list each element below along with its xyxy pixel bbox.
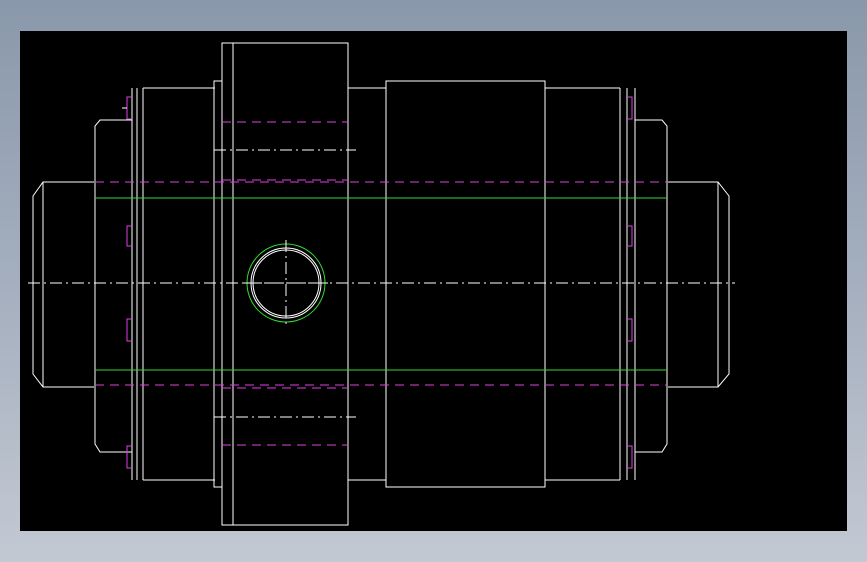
bore-lines [95,197,667,371]
centerlines [28,149,735,418]
right-hub [545,87,668,481]
left-shaft [32,181,94,388]
left-hub [94,87,215,481]
sleeve [385,80,546,488]
center-flange [213,42,386,526]
coupling-drawing [28,42,735,526]
right-shaft [668,181,730,388]
cad-viewport[interactable] [20,31,847,531]
